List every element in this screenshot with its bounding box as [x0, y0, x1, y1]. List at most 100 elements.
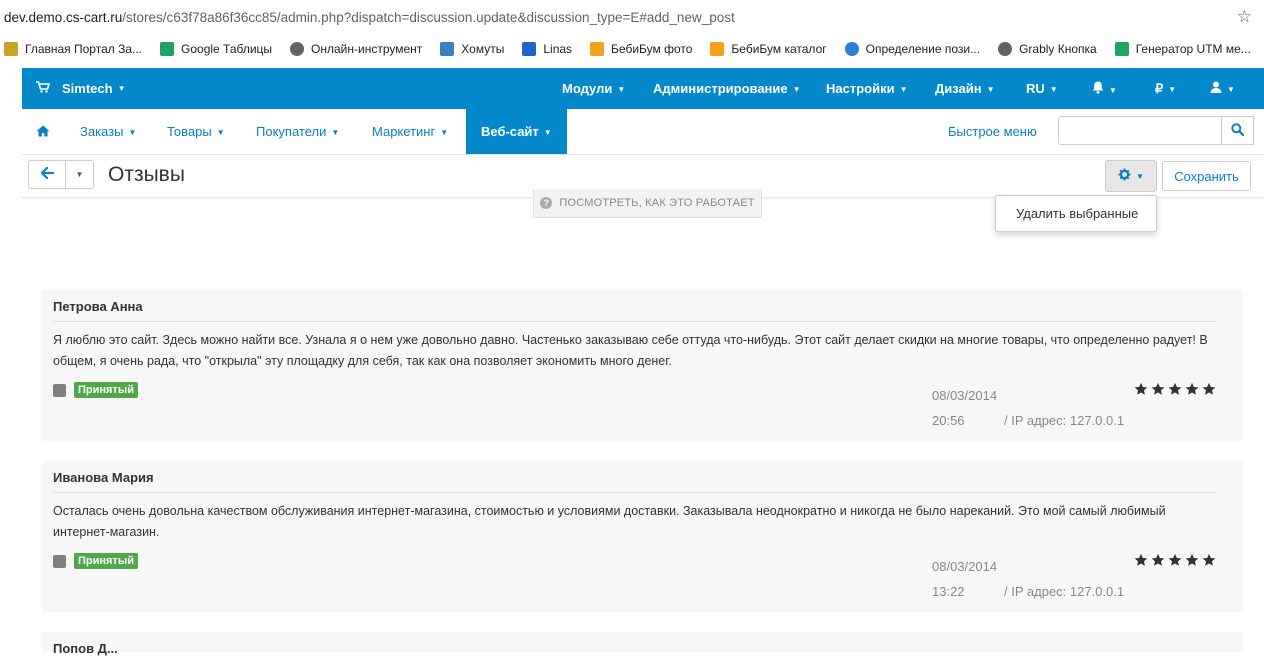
nav-website[interactable]: Веб-сайт ▼ [466, 109, 567, 154]
review-ip: / IP адрес: 127.0.0.1 [1004, 584, 1125, 599]
menu-administration[interactable]: Администрирование ▼ [653, 81, 801, 96]
user-icon [1210, 81, 1222, 96]
url-text[interactable]: dev.demo.cs-cart.ru/stores/c63f78a86f36c… [4, 10, 735, 25]
bookmark-item[interactable]: Хомуты [440, 42, 504, 56]
status-badge[interactable]: Принятый [74, 553, 138, 569]
caret-down-icon: ▼ [1136, 171, 1144, 181]
caret-down-icon: ▼ [1168, 85, 1177, 95]
bookmark-item[interactable]: Онлайн-инструмент [290, 42, 422, 56]
url-host: dev.demo.cs-cart.ru [4, 10, 123, 25]
cart-icon [36, 81, 51, 96]
brand-menu[interactable]: Simtech ▼ [36, 81, 126, 96]
star-icon[interactable] [1185, 553, 1199, 567]
bell-icon [1092, 81, 1104, 97]
user-menu[interactable]: ▼ [1210, 81, 1235, 96]
search-button[interactable] [1222, 116, 1254, 145]
review-author: Петрова Анна [53, 299, 143, 314]
nav-customers[interactable]: Покупатели ▼ [256, 109, 339, 154]
url-path: /stores/c63f78a86f36cc85/admin.php?dispa… [122, 10, 735, 25]
nav-orders[interactable]: Заказы ▼ [80, 109, 136, 154]
review-message: Осталась очень довольна качеством обслуж… [53, 504, 1166, 539]
review-post: Петрова Анна Я люблю это сайт. Здесь мож… [42, 290, 1243, 441]
bebibum-icon [710, 42, 725, 56]
top-navigation: Simtech ▼ Модули ▼ Администрирование ▼ Наст… [22, 68, 1264, 109]
sheets-icon [160, 42, 175, 56]
select-checkbox[interactable] [53, 555, 66, 568]
review-date: 08/03/2014 [932, 559, 998, 574]
select-checkbox[interactable] [53, 384, 66, 397]
bookmark-label: БебиБум каталог [731, 42, 827, 56]
bookmark-label: Генератор UTM ме... [1135, 42, 1251, 56]
emblem-icon [4, 42, 18, 56]
bookmark-label: БебиБум фото [611, 42, 693, 56]
address-bar[interactable]: dev.demo.cs-cart.ru/stores/c63f78a86f36c… [0, 0, 1264, 34]
gear-icon [440, 42, 455, 56]
utm-icon [1114, 42, 1129, 56]
bookmark-label: Определение пози... [865, 42, 981, 56]
how-it-works-button[interactable]: ? ПОСМОТРЕТЬ, КАК ЭТО РАБОТАЕТ [533, 189, 762, 218]
back-dropdown-button[interactable]: ▼ [66, 160, 94, 189]
notifications-menu[interactable]: ▼ [1092, 81, 1117, 97]
bookmark-item[interactable]: Генератор UTM ме... [1114, 42, 1251, 56]
bookmark-label: Онлайн-инструмент [311, 42, 423, 56]
menu-modules[interactable]: Модули ▼ [562, 81, 625, 96]
star-icon[interactable] [1202, 382, 1216, 396]
review-ip: / IP адрес: 127.0.0.1 [1004, 413, 1125, 428]
caret-down-icon: ▼ [440, 128, 449, 138]
bookmark-label: Google Таблицы [181, 42, 273, 56]
star-icon[interactable] [1134, 553, 1148, 567]
globe-icon [998, 42, 1013, 56]
bookmark-item[interactable]: Определение пози... [844, 42, 981, 56]
menu-design[interactable]: Дизайн ▼ [935, 81, 995, 96]
home-icon[interactable] [36, 124, 50, 140]
review-message: Я люблю это сайт. Здесь можно найти все.… [53, 333, 1208, 368]
how-it-works-label: ПОСМОТРЕТЬ, КАК ЭТО РАБОТАЕТ [559, 197, 755, 209]
star-icon[interactable] [1134, 382, 1148, 396]
page-title: Отзывы [108, 163, 185, 186]
bookmark-label: Grably Кнопка [1019, 42, 1097, 56]
caret-down-icon: ▼ [128, 128, 137, 138]
bookmark-label: Хомуты [461, 42, 505, 56]
bookmark-item[interactable]: БебиБум каталог [710, 42, 827, 56]
divider [53, 321, 1217, 322]
star-icon[interactable] [1151, 382, 1165, 396]
position-icon [844, 42, 859, 56]
brand-label: Simtech [62, 81, 113, 96]
menu-settings[interactable]: Настройки ▼ [826, 81, 908, 96]
review-date: 08/03/2014 [932, 388, 998, 403]
rating-stars[interactable] [1134, 382, 1216, 396]
review-time: 13:22 [932, 584, 965, 599]
rating-stars[interactable] [1134, 553, 1216, 567]
delete-selected-item[interactable]: Удалить выбранные [1016, 206, 1138, 221]
menu-language[interactable]: RU ▼ [1026, 81, 1058, 96]
bookmark-item[interactable]: Главная Портал За... [4, 42, 142, 56]
star-icon[interactable] [1168, 553, 1182, 567]
bookmark-item[interactable]: Google Таблицы [160, 42, 272, 56]
status-badge[interactable]: Принятый [74, 382, 138, 398]
caret-down-icon: ▼ [117, 84, 126, 93]
bookmark-item[interactable]: БебиБум фото [590, 42, 692, 56]
settings-dropdown-button[interactable]: ▼ [1105, 160, 1157, 192]
bookmark-item[interactable]: Grably Кнопка [998, 42, 1097, 56]
save-button[interactable]: Сохранить [1162, 161, 1251, 191]
star-icon[interactable] [1202, 553, 1216, 567]
currency-menu[interactable]: ₽ ▼ [1155, 81, 1176, 97]
star-icon[interactable] [1185, 382, 1199, 396]
star-icon[interactable] [1168, 382, 1182, 396]
caret-down-icon: ▼ [792, 85, 801, 95]
sub-navigation: Заказы ▼ Товары ▼ Покупатели ▼ Маркетинг ▼ В… [22, 109, 1264, 155]
quick-menu-link[interactable]: Быстрое меню [948, 124, 1037, 139]
review-post: Иванова Мария Осталась очень довольна ка… [42, 461, 1243, 612]
bookmark-star-icon[interactable]: ☆ [1237, 7, 1252, 27]
caret-down-icon: ▼ [899, 85, 908, 95]
caret-down-icon: ▼ [1049, 85, 1058, 95]
review-time: 20:56 [932, 413, 965, 428]
nav-marketing[interactable]: Маркетинг ▼ [372, 109, 448, 154]
bookmark-label: Linas [543, 42, 573, 56]
back-button[interactable] [28, 160, 66, 189]
nav-products[interactable]: Товары ▼ [167, 109, 225, 154]
star-icon[interactable] [1151, 553, 1165, 567]
search-input[interactable] [1058, 116, 1222, 145]
caret-down-icon: ▼ [216, 128, 225, 138]
bookmark-item[interactable]: Linas [522, 42, 572, 56]
